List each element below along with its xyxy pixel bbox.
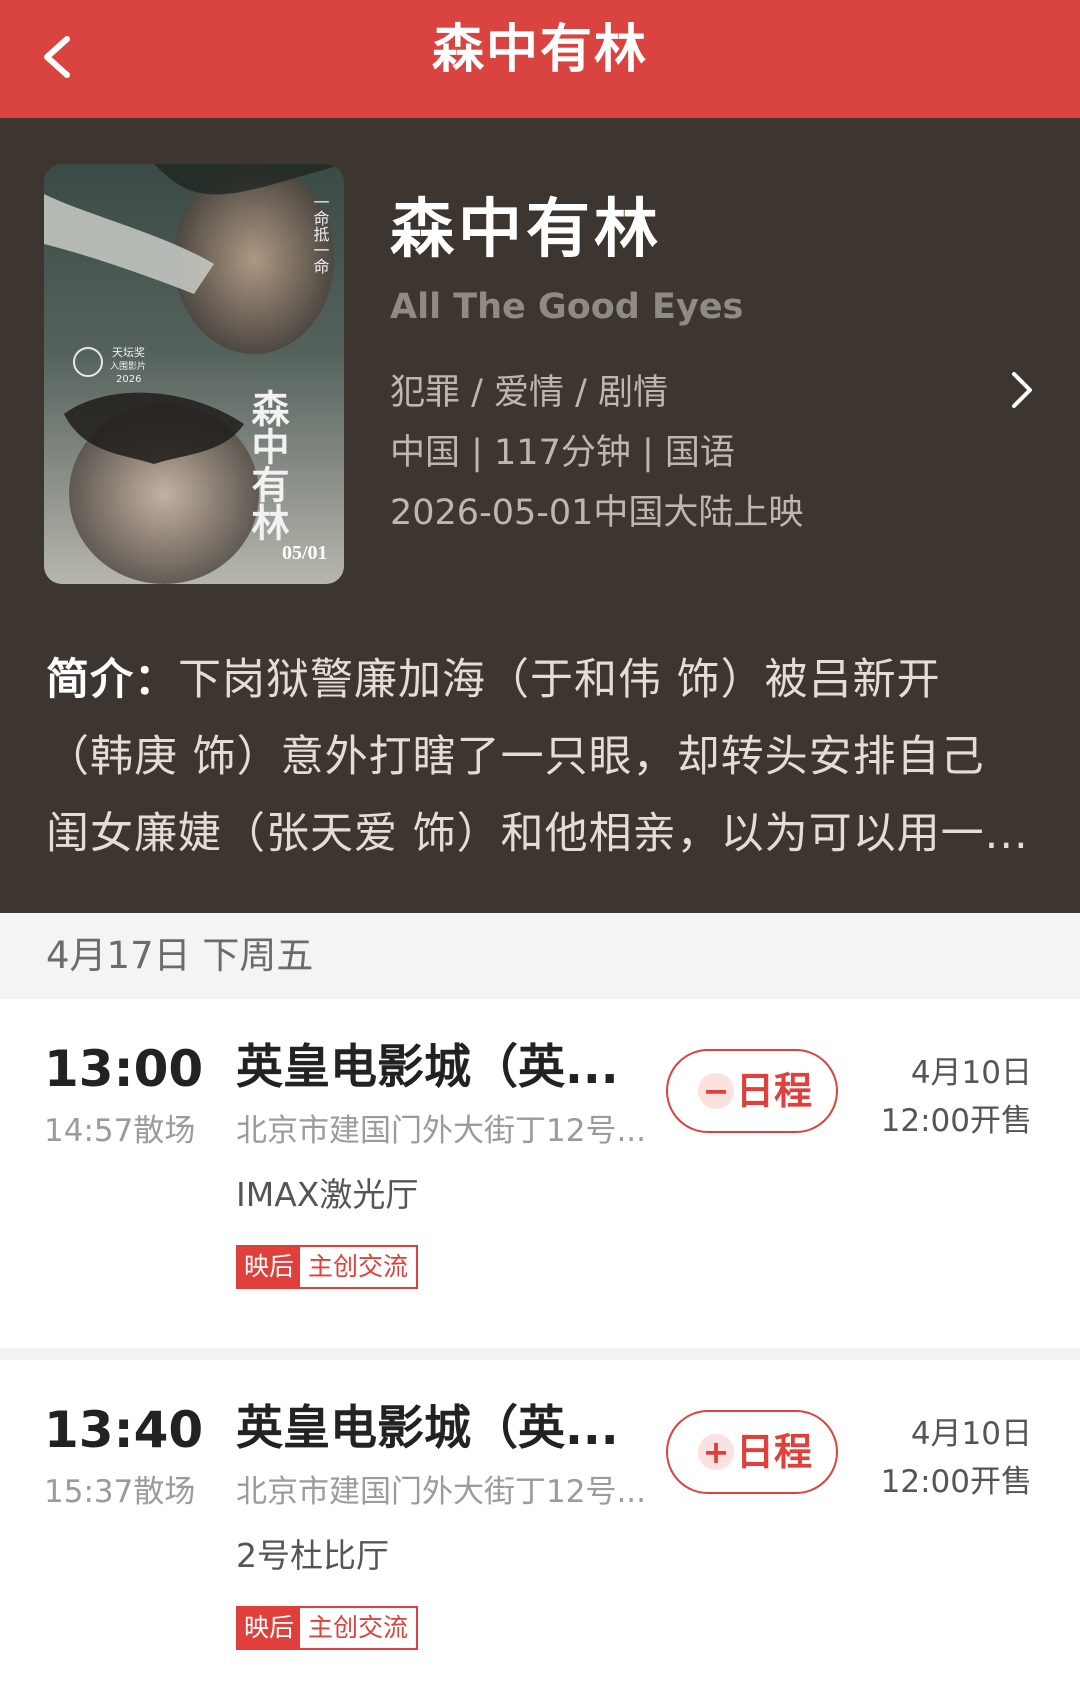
synopsis-text-1: 下岗狱警廉加海（于和伟 饰）被吕新开 <box>178 655 941 705</box>
hall-name: 2号杜比厅 <box>236 1536 389 1575</box>
sale-date: 4月10日 <box>910 1416 1032 1452</box>
add-schedule-button[interactable]: + 日程 <box>666 1410 838 1494</box>
synopsis-line-2: （韩庚 饰）意外打瞎了一只眼，却转头安排自己 <box>46 732 985 782</box>
sale-date: 4月10日 <box>910 1055 1032 1091</box>
movie-detail-button[interactable] <box>1004 364 1040 416</box>
showtime-card[interactable]: 13:40 15:37散场 英皇电影城（英... 北京市建国门外大街丁12号..… <box>0 1360 1080 1704</box>
sale-time: 12:00开售 <box>880 1103 1032 1139</box>
synopsis-line-1: 简介：下岗狱警廉加海（于和伟 饰）被吕新开 <box>46 642 1036 719</box>
movie-country-duration-language: 中国 | 117分钟 | 国语 <box>390 433 735 473</box>
poster-award-year: 2026 <box>116 374 141 385</box>
app-root: 森中有林 一命抵一命 森中有林 天坛奖 入围影片 2026 05/01 森中有林… <box>0 0 1080 1704</box>
page-title: 森中有林 <box>431 20 648 80</box>
cinema-name: 英皇电影城（英... <box>236 1040 619 1095</box>
movie-release-date: 2026-05-01中国大陆上映 <box>390 493 804 533</box>
date-label: 4月17日 下周五 <box>46 934 314 977</box>
poster-award-sub: 入围影片 <box>110 360 146 372</box>
showtime-end: 14:57散场 <box>44 1113 196 1149</box>
cinema-name: 英皇电影城（英... <box>236 1401 619 1456</box>
synopsis-label: 简介： <box>46 655 178 705</box>
movie-genres: 犯罪 / 爱情 / 剧情 <box>390 373 669 413</box>
poster-calligraphy-title: 森中有林 <box>245 389 289 541</box>
schedule-label: 日程 <box>736 1069 813 1113</box>
poster-tagline: 一命抵一命 <box>311 194 330 274</box>
date-header: 4月17日 下周五 <box>0 913 1080 999</box>
tag-post-screening: 映后 <box>238 1608 301 1648</box>
remove-schedule-button[interactable]: − 日程 <box>666 1049 838 1133</box>
cinema-address: 北京市建国门外大街丁12号... <box>236 1474 647 1510</box>
card-divider <box>0 1348 1080 1360</box>
hall-name: IMAX激光厅 <box>236 1175 419 1214</box>
showtime-card[interactable]: 13:00 14:57散场 英皇电影城（英... 北京市建国门外大街丁12号..… <box>0 999 1080 1348</box>
poster-award-title: 天坛奖 <box>112 345 145 359</box>
tag-post-screening: 映后 <box>238 1247 301 1287</box>
cinema-address: 北京市建国门外大街丁12号... <box>236 1113 647 1149</box>
showtime-end: 15:37散场 <box>44 1474 196 1510</box>
tag-creator-talk: 主创交流 <box>308 1252 409 1281</box>
top-nav-bar: 森中有林 <box>0 0 1080 118</box>
synopsis-line-3: 闺女廉婕（张天爱 饰）和他相亲，以为可以用一... <box>46 809 1029 859</box>
showtime-start: 13:00 <box>44 1040 204 1098</box>
movie-title: 森中有林 <box>390 193 662 267</box>
post-screening-tag: 映后 主创交流 <box>236 1606 419 1650</box>
schedule-label: 日程 <box>736 1430 813 1474</box>
movie-info-section: 一命抵一命 森中有林 天坛奖 入围影片 2026 05/01 森中有林 All … <box>0 118 1080 913</box>
movie-english-title: All The Good Eyes <box>390 287 744 327</box>
sale-time: 12:00开售 <box>880 1464 1032 1500</box>
plus-icon: + <box>698 1434 734 1470</box>
minus-icon: − <box>698 1073 734 1109</box>
movie-synopsis[interactable]: 简介：下岗狱警廉加海（于和伟 饰）被吕新开 （韩庚 饰）意外打瞎了一只眼，却转头… <box>46 642 1036 873</box>
poster-date: 05/01 <box>282 542 328 564</box>
post-screening-tag: 映后 主创交流 <box>236 1245 419 1289</box>
movie-poster[interactable]: 一命抵一命 森中有林 天坛奖 入围影片 2026 05/01 <box>44 164 344 584</box>
showtime-start: 13:40 <box>44 1401 204 1459</box>
tag-creator-talk: 主创交流 <box>308 1613 409 1642</box>
chevron-right-icon <box>1012 372 1032 408</box>
